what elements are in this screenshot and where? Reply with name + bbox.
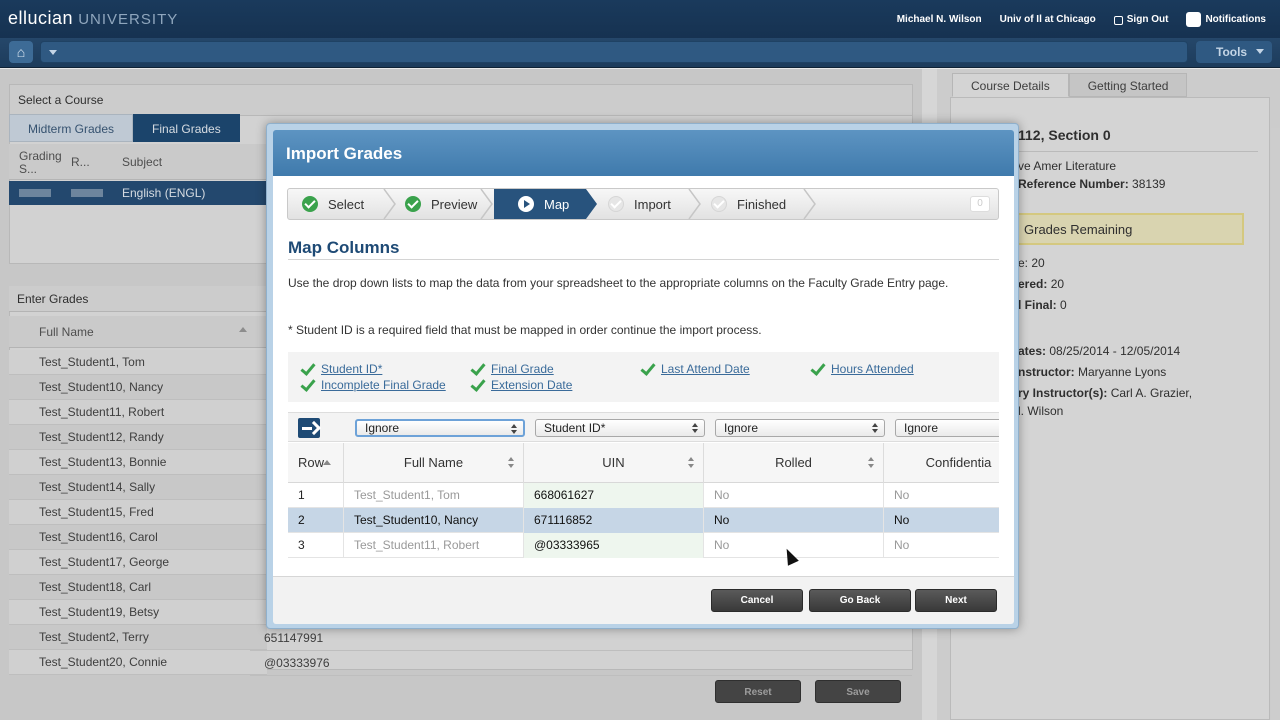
cell-row: 2	[288, 508, 344, 533]
cell-uin: 668061627	[524, 483, 704, 508]
cancel-button[interactable]: Cancel	[711, 589, 803, 612]
step-separator-icon	[383, 189, 396, 219]
step-separator-icon	[688, 189, 701, 219]
tools-menu[interactable]: Tools	[1196, 41, 1272, 63]
cell-uin: 671116852	[524, 508, 704, 533]
home-icon: ⌂	[16, 44, 26, 60]
home-button[interactable]: ⌂	[9, 41, 33, 63]
user-name[interactable]: Michael N. Wilson	[897, 14, 982, 25]
cell-row: 3	[288, 533, 344, 558]
step-separator-icon	[480, 189, 493, 219]
cell-rolled: No	[704, 483, 884, 508]
step-preview[interactable]: Preview	[405, 189, 477, 219]
caret-down-icon	[49, 50, 57, 55]
preview-grid: Row Full Name UIN Rolled Confidentia 1 T…	[288, 443, 999, 563]
brand-name: ellucian	[8, 8, 74, 28]
sort-asc-icon	[323, 460, 331, 465]
field-student-id-link[interactable]: Student ID*	[300, 362, 382, 376]
cell-full-name: Test_Student11, Robert	[344, 533, 524, 558]
step-map[interactable]: Map	[494, 189, 586, 219]
wizard-steps: Select Preview Map Import Finished 0	[287, 188, 999, 220]
cell-uin: @03333965	[524, 533, 704, 558]
check-icon	[470, 362, 484, 376]
check-icon	[300, 378, 314, 392]
caret-down-icon	[1256, 49, 1264, 54]
check-icon	[810, 362, 824, 376]
breadcrumb-dropdown[interactable]	[40, 41, 1188, 63]
instructions-text: Use the drop down lists to map the data …	[288, 276, 949, 290]
notifications-link[interactable]: Notifications	[1186, 11, 1266, 27]
map-select-col1[interactable]: Ignore	[355, 419, 525, 437]
lock-icon	[1113, 15, 1123, 25]
field-hours-attended-link[interactable]: Hours Attended	[810, 362, 914, 376]
dialog-title: Import Grades	[286, 144, 403, 163]
check-circle-icon	[711, 196, 727, 212]
brand-logo[interactable]: ellucian UNIVERSITY	[8, 8, 178, 29]
check-circle-icon	[608, 196, 624, 212]
brand-suffix: UNIVERSITY	[78, 11, 179, 28]
play-circle-icon	[518, 196, 534, 212]
cell-confidential: No	[884, 508, 999, 533]
col-confidential[interactable]: Confidentia	[884, 443, 999, 483]
sort-icon	[508, 457, 515, 468]
top-bar: ellucian UNIVERSITY Michael N. Wilson Un…	[0, 0, 1280, 38]
error-count-badge: 0	[970, 196, 990, 212]
field-extension-date-link[interactable]: Extension Date	[470, 378, 572, 392]
import-grades-dialog: Import Grades Select Preview Map Import …	[266, 123, 1019, 629]
dialog-body: Select Preview Map Import Finished 0 Map…	[273, 176, 1014, 576]
nav-bar: ⌂ Tools	[0, 38, 1280, 68]
required-note: * Student ID is a required field that mu…	[288, 323, 762, 337]
table-row[interactable]: 2 Test_Student10, Nancy 671116852 No No	[288, 508, 999, 533]
cell-confidential: No	[884, 533, 999, 558]
sort-icon	[868, 457, 875, 468]
go-back-button[interactable]: Go Back	[809, 589, 911, 612]
check-icon	[300, 362, 314, 376]
grid-header: Row Full Name UIN Rolled Confidentia	[288, 443, 999, 483]
step-import[interactable]: Import	[608, 189, 671, 219]
map-select-col2[interactable]: Student ID*	[535, 419, 705, 437]
institution-name[interactable]: Univ of Il at Chicago	[1000, 14, 1096, 25]
step-arrow-icon	[586, 189, 597, 219]
col-uin[interactable]: UIN	[524, 443, 704, 483]
field-final-grade-link[interactable]: Final Grade	[470, 362, 554, 376]
cell-full-name: Test_Student10, Nancy	[344, 508, 524, 533]
check-icon	[640, 362, 654, 376]
table-row[interactable]: 1 Test_Student1, Tom 668061627 No No	[288, 483, 999, 508]
notification-icon	[1186, 11, 1202, 27]
step-separator-icon	[803, 189, 816, 219]
select-arrows-icon	[511, 424, 517, 434]
cell-rolled: No	[704, 508, 884, 533]
dialog-footer: Cancel Go Back Next	[273, 576, 1014, 624]
map-select-col4[interactable]: Ignore	[895, 419, 999, 437]
col-row[interactable]: Row	[288, 443, 344, 483]
mapped-fields-box: Student ID* Final Grade Last Attend Date…	[288, 352, 999, 402]
cell-row: 1	[288, 483, 344, 508]
field-incomplete-final-grade-link[interactable]: Incomplete Final Grade	[300, 378, 446, 392]
section-title: Map Columns	[288, 238, 400, 257]
sign-out-link[interactable]: Sign Out	[1113, 14, 1168, 25]
select-arrows-icon	[872, 423, 878, 433]
map-select-col3[interactable]: Ignore	[715, 419, 885, 437]
check-icon	[470, 378, 484, 392]
cell-confidential: No	[884, 483, 999, 508]
select-arrows-icon	[692, 423, 698, 433]
user-links: Michael N. Wilson Univ of Il at Chicago …	[897, 0, 1266, 38]
arrow-right-icon[interactable]	[298, 418, 320, 438]
table-row[interactable]: 3 Test_Student11, Robert @03333965 No No	[288, 533, 999, 558]
dialog-header: Import Grades	[273, 130, 1014, 176]
field-last-attend-date-link[interactable]: Last Attend Date	[640, 362, 750, 376]
step-finished[interactable]: Finished	[711, 189, 786, 219]
col-rolled[interactable]: Rolled	[704, 443, 884, 483]
col-full-name[interactable]: Full Name	[344, 443, 524, 483]
divider	[288, 259, 999, 260]
cell-full-name: Test_Student1, Tom	[344, 483, 524, 508]
column-mapping-bar: Ignore Student ID* Ignore Ignore	[288, 412, 999, 442]
sort-icon	[688, 457, 695, 468]
next-button[interactable]: Next	[915, 589, 997, 612]
check-circle-icon	[405, 196, 421, 212]
step-select[interactable]: Select	[302, 189, 364, 219]
check-circle-icon	[302, 196, 318, 212]
